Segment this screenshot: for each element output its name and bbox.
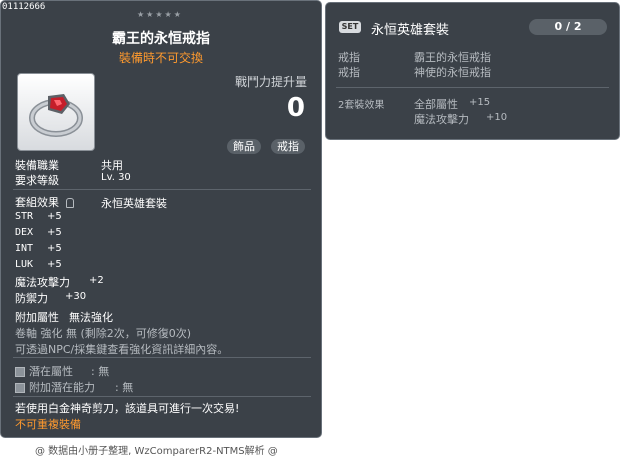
level-value: Lv. 30 — [101, 172, 131, 183]
star-rating: ★★★★★ — [137, 10, 183, 19]
hint-line: 可透過NPC/採集鍵查看強化資訊詳細內容。 — [15, 343, 229, 356]
set-part-name: 神使的永恒戒指 — [414, 66, 491, 79]
power-value: 0 — [286, 93, 305, 123]
set-name: 永恒英雄套裝 — [371, 23, 450, 38]
divider — [336, 87, 609, 88]
set-effect-count-label: 2套裝效果 — [338, 100, 385, 111]
set-badge: SET — [339, 21, 361, 33]
level-label: 要求等級 — [15, 174, 59, 187]
defense-label: 防禦力 — [15, 292, 48, 305]
footer-credit: @ 数据由小册子整理, WzComparerR2-NTMS解析 @ — [35, 446, 278, 457]
set-effect-name: 魔法攻擊力 — [414, 113, 469, 126]
stat-name: DEX — [15, 227, 34, 238]
set-part-type: 戒指 — [338, 66, 360, 79]
item-name: 霸王的永恒戒指 — [112, 31, 210, 47]
potential-value: : 無 — [91, 365, 110, 378]
stat-value: +5 — [47, 259, 62, 270]
trade-note: 裝備時不可交換 — [118, 51, 203, 65]
extra-label: 附加屬性 — [15, 311, 59, 324]
potential-row: 潛在屬性 — [15, 363, 73, 379]
job-value: 共用 — [101, 159, 123, 172]
ring-icon — [17, 73, 95, 151]
divider — [13, 189, 311, 190]
lock-icon — [65, 198, 74, 208]
tag-ring: 戒指 — [271, 139, 305, 154]
set-effect-label: 套組效果 — [15, 194, 74, 210]
scroll-line: 卷軸 強化 無 (剩除2次，可修復0次) — [15, 327, 192, 340]
set-part-name: 霸王的永恒戒指 — [414, 51, 491, 64]
set-effect-value: 永恒英雄套裝 — [101, 197, 167, 210]
set-effect-name: 全部屬性 — [414, 98, 458, 111]
defense-value: +30 — [65, 291, 87, 302]
set-effect-value: +10 — [486, 112, 508, 123]
power-label: 戰鬥力提升量 — [234, 75, 307, 89]
stat-name: STR — [15, 211, 34, 222]
potential-icon — [15, 367, 25, 377]
stat-value: +5 — [47, 211, 62, 222]
no-duplicate-note: 不可重複裝備 — [15, 418, 81, 431]
set-effect-value: +15 — [469, 97, 491, 108]
stat-name: INT — [15, 243, 34, 254]
divider — [13, 357, 311, 358]
divider — [13, 396, 311, 397]
set-panel: SET 永恒英雄套裝 0 / 2 戒指 霸王的永恒戒指 戒指 神使的永恒戒指 2… — [325, 2, 620, 140]
item-id: 01112666 — [2, 2, 46, 12]
cut-note: 若使用白金神奇剪刀，該道具可進行一次交易! — [15, 402, 240, 415]
item-tooltip: 01112666 ★★★★★ 霸王的永恒戒指 裝備時不可交換 戰鬥力提升量 0 … — [0, 0, 322, 438]
add-potential-icon — [15, 383, 25, 393]
tag-accessory: 飾品 — [227, 139, 261, 154]
potential-label: 潛在屬性 — [29, 365, 73, 378]
add-potential-row: 附加潛在能力 — [15, 379, 95, 395]
add-potential-value: : 無 — [115, 381, 134, 394]
stat-name: LUK — [15, 259, 34, 270]
job-label: 裝備職業 — [15, 159, 59, 172]
set-part-type: 戒指 — [338, 51, 360, 64]
extra-value: 無法強化 — [69, 311, 113, 324]
stat-value: +5 — [47, 243, 62, 254]
magic-attack-label: 魔法攻擊力 — [15, 276, 70, 289]
set-count: 0 / 2 — [529, 19, 607, 35]
magic-attack-value: +2 — [89, 275, 104, 286]
stat-value: +5 — [47, 227, 62, 238]
add-potential-label: 附加潛在能力 — [29, 381, 95, 394]
set-effect-label-text: 套組效果 — [15, 196, 59, 209]
